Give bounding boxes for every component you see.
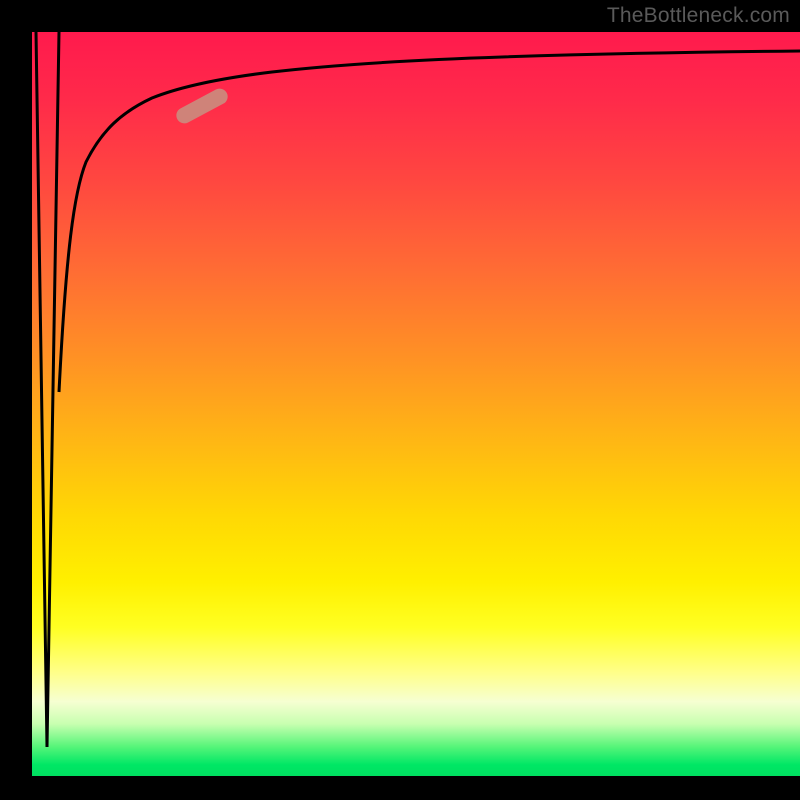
plot-area: [32, 32, 800, 776]
curve-layer: [32, 32, 800, 776]
bottleneck-curve-path: [59, 51, 800, 392]
chart-stage: TheBottleneck.com: [0, 0, 800, 800]
spike-path: [36, 32, 59, 747]
attribution-watermark: TheBottleneck.com: [607, 4, 790, 28]
